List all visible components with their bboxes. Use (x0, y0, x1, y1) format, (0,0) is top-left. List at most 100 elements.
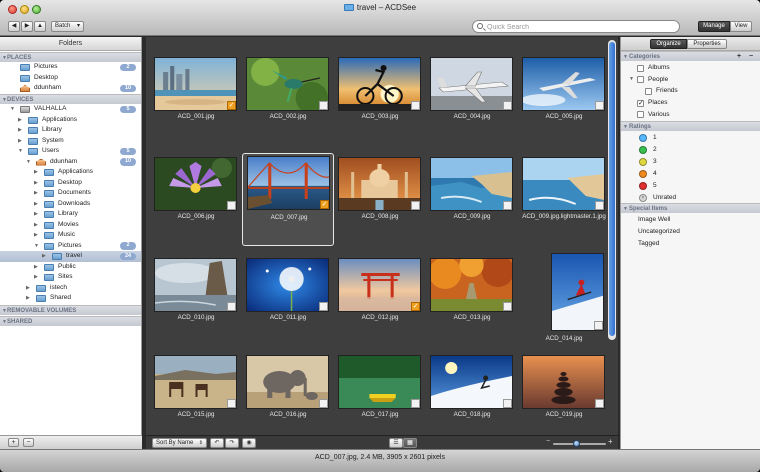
disclosure-closed-icon[interactable]: ▶ (34, 262, 38, 273)
thumbnail-image[interactable] (430, 57, 513, 111)
thumbnail-image[interactable] (338, 57, 421, 111)
image-basket-checkbox[interactable] (227, 399, 236, 408)
disclosure-closed-icon[interactable]: ▶ (42, 251, 46, 262)
disclosure-closed-icon[interactable]: ▶ (26, 293, 30, 304)
thumbnail-item[interactable]: ACD_013.jpg (426, 256, 518, 349)
special-items-section[interactable]: ▼ Special Items (621, 203, 760, 213)
image-basket-checkbox[interactable] (227, 201, 236, 210)
thumbnail-image[interactable] (246, 258, 329, 312)
thumbnail-size-knob[interactable] (573, 440, 580, 447)
image-basket-checkbox[interactable] (503, 101, 512, 110)
folder-row[interactable]: ▶ Applications (0, 115, 141, 126)
folder-row[interactable]: ▶ System (0, 136, 141, 147)
thumbnail-item[interactable]: ACD_018.jpg (426, 353, 518, 446)
thumbnail-image[interactable]: ✓ (338, 258, 421, 312)
folder-row[interactable]: ▼ VALHALLA 5 (0, 104, 141, 115)
disclosure-closed-icon[interactable]: ▶ (18, 115, 22, 126)
thumbnail-item[interactable]: ACD_005.jpg (518, 55, 610, 148)
disclosure-closed-icon[interactable]: ▶ (34, 178, 38, 189)
folder-row[interactable]: ▶ istech (0, 283, 141, 294)
folder-row[interactable]: Desktop (0, 73, 141, 84)
disclosure-open-icon[interactable]: ▼ (18, 146, 23, 157)
folder-row[interactable]: ▶ Applications (0, 167, 141, 178)
category-checkbox[interactable] (637, 76, 644, 84)
category-item[interactable]: Friends (621, 85, 751, 97)
thumbnail-image[interactable] (338, 355, 421, 409)
category-checkbox[interactable] (645, 87, 652, 95)
image-basket-checkbox[interactable]: ✓ (411, 302, 420, 311)
places-section[interactable]: ▼ PLACES (0, 52, 141, 62)
disclosure-closed-icon[interactable]: ▶ (34, 199, 38, 210)
thumbnail-image[interactable] (430, 258, 513, 312)
disclosure-closed-icon[interactable]: ▶ (18, 136, 22, 147)
thumbnail-item[interactable]: ✓ ACD_012.jpg (334, 256, 426, 349)
thumbnail-image[interactable] (246, 57, 329, 111)
thumbnail-item[interactable]: ACD_009.jpg.lightmaster.1.jpg (518, 155, 610, 248)
image-basket-checkbox[interactable] (503, 302, 512, 311)
thumbnail-item[interactable]: ACD_015.jpg (150, 353, 242, 446)
folder-row[interactable]: ▶ Sites (0, 272, 141, 283)
image-basket-checkbox[interactable] (411, 399, 420, 408)
folder-row[interactable]: ▶ Public (0, 262, 141, 273)
preview-button[interactable]: ◉ (242, 438, 256, 448)
thumbnail-item[interactable]: ACD_006.jpg (150, 155, 242, 248)
image-basket-checkbox[interactable] (411, 201, 420, 210)
special-item[interactable]: Image Well (621, 214, 751, 226)
folder-row[interactable]: ▶ Downloads (0, 199, 141, 210)
remove-category-icon[interactable]: − (749, 52, 753, 62)
remove-folder-button[interactable]: − (23, 438, 34, 447)
thumbnail-item[interactable]: ACD_004.jpg (426, 55, 518, 148)
category-item[interactable]: ✓ Places (621, 97, 751, 109)
thumbnail-image[interactable] (522, 157, 605, 211)
thumbnail-item[interactable]: ACD_010.jpg (150, 256, 242, 349)
thumbnail-item[interactable]: ACD_009.jpg (426, 155, 518, 248)
folder-row[interactable]: ▶ Shared (0, 293, 141, 304)
folder-row[interactable]: Pictures 2 (0, 62, 141, 73)
rating-item[interactable]: × Unrated (621, 192, 751, 204)
image-basket-checkbox[interactable] (503, 201, 512, 210)
special-item[interactable]: Tagged (621, 238, 751, 250)
thumbnail-scrollbar[interactable] (608, 40, 616, 340)
thumbnail-image[interactable] (154, 355, 237, 409)
add-folder-button[interactable]: + (8, 438, 19, 447)
image-basket-checkbox[interactable] (227, 302, 236, 311)
disclosure-closed-icon[interactable]: ▶ (34, 220, 38, 231)
thumbnail-image[interactable] (246, 355, 329, 409)
disclosure-open-icon[interactable]: ▼ (629, 74, 634, 86)
folder-row[interactable]: ▼ Pictures 2 (0, 241, 141, 252)
rating-item[interactable]: 1 (621, 132, 751, 144)
disclosure-closed-icon[interactable]: ▶ (34, 209, 38, 220)
folder-row[interactable]: ▶ travel 24 (0, 251, 141, 262)
grid-view-button[interactable]: ▦ (403, 438, 417, 448)
thumbnail-item[interactable]: ACD_011.jpg (242, 256, 334, 349)
thumbnail-item[interactable]: ✓ ACD_001.jpg (150, 55, 242, 148)
disclosure-closed-icon[interactable]: ▶ (26, 283, 30, 294)
ratings-section[interactable]: ▼ Ratings (621, 121, 760, 131)
category-item[interactable]: ▼ People (621, 74, 751, 86)
tab-organize[interactable]: Organize (650, 39, 687, 49)
rotate-right-button[interactable]: ↷ (225, 438, 239, 448)
categories-section[interactable]: ▼ Categories + − (621, 51, 760, 61)
view-mode-button[interactable]: View (730, 21, 752, 32)
category-item[interactable]: Albums (621, 62, 751, 74)
image-basket-checkbox[interactable] (319, 399, 328, 408)
rating-item[interactable]: 2 (621, 144, 751, 156)
image-basket-checkbox[interactable] (595, 201, 604, 210)
category-checkbox[interactable]: ✓ (637, 99, 644, 107)
thumbnail-item[interactable]: ACD_002.jpg (242, 55, 334, 148)
thumbnail-item[interactable]: ACD_003.jpg (334, 55, 426, 148)
up-button[interactable]: ▲ (34, 21, 46, 32)
category-item[interactable]: Various (621, 109, 751, 121)
add-category-icon[interactable]: + (737, 52, 741, 62)
disclosure-open-icon[interactable]: ▼ (26, 157, 31, 168)
thumbnail-item[interactable]: ACD_016.jpg (242, 353, 334, 446)
category-checkbox[interactable] (637, 64, 644, 72)
thumbnail-item[interactable]: ACD_017.jpg (334, 353, 426, 446)
disclosure-closed-icon[interactable]: ▶ (34, 272, 38, 283)
removable-volumes-section[interactable]: ▼ REMOVABLE VOLUMES (0, 305, 141, 315)
thumbnail-image[interactable] (430, 157, 513, 211)
thumbnail-image[interactable] (551, 253, 604, 331)
folder-row[interactable]: ▼ ddunham 10 (0, 157, 141, 168)
disclosure-closed-icon[interactable]: ▶ (34, 188, 38, 199)
thumbnail-image[interactable] (522, 355, 605, 409)
